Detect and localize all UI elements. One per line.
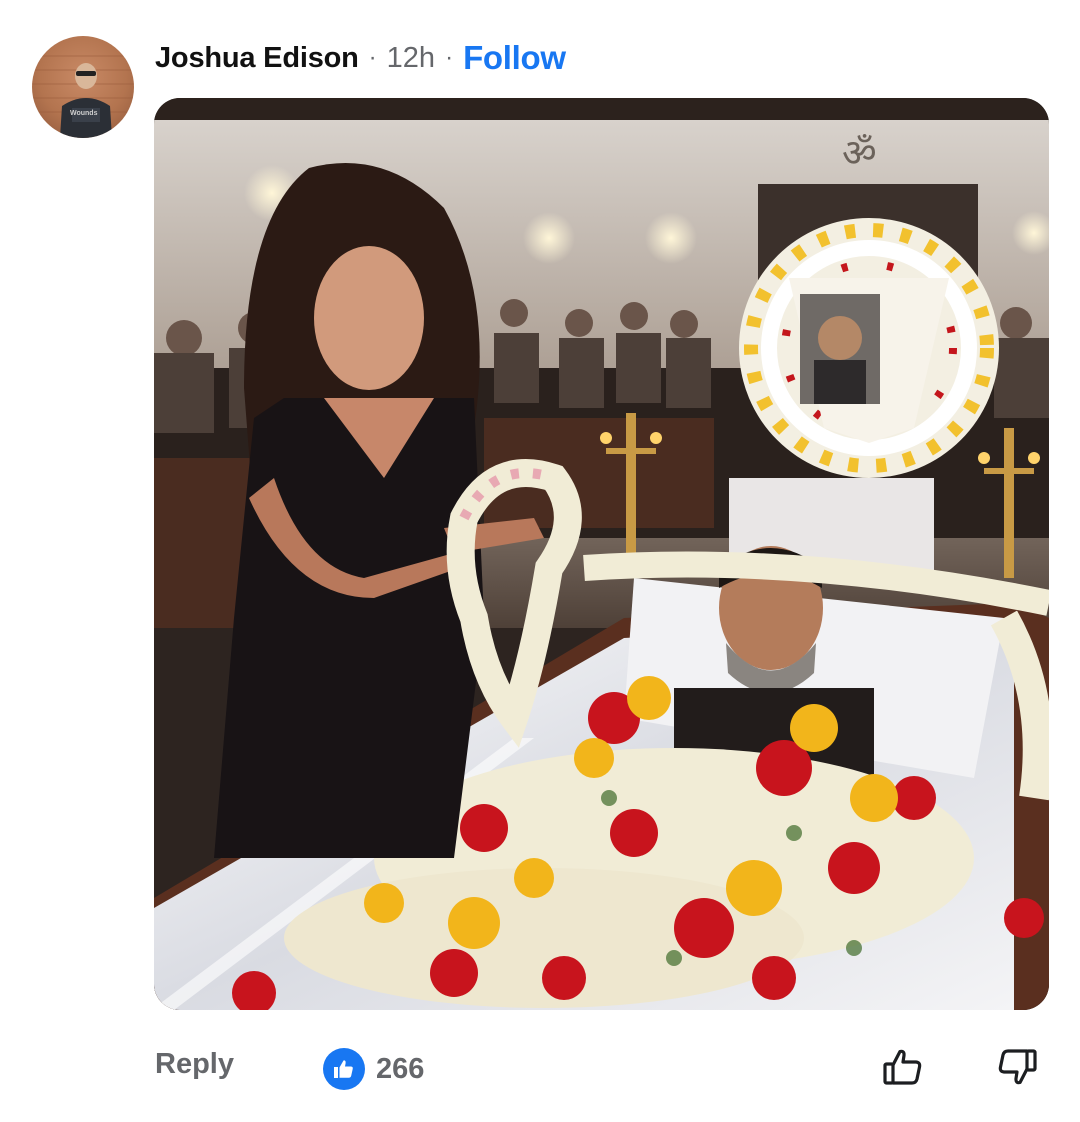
funeral-photo: ॐ <box>154 98 1049 1010</box>
thumb-up-icon[interactable] <box>880 1044 926 1090</box>
avatar[interactable]: Wounds <box>32 36 134 138</box>
like-reaction-icon <box>323 1048 365 1090</box>
thumb-down-icon[interactable] <box>994 1044 1040 1090</box>
svg-text:ॐ: ॐ <box>842 131 877 175</box>
avatar-shirt-text: Wounds <box>70 110 98 117</box>
comment-header: Joshua Edison · 12h · Follow <box>155 36 566 80</box>
avatar-image <box>32 55 134 138</box>
timestamp[interactable]: 12h <box>387 42 435 75</box>
comment-photo[interactable]: ॐ <box>154 98 1049 1010</box>
reaction-summary[interactable]: 266 <box>323 1048 424 1090</box>
separator-dot: · <box>368 44 377 71</box>
comment-card: Wounds Joshua Edison · 12h · Follow ॐ Re… <box>0 0 1080 1122</box>
reply-button[interactable]: Reply <box>155 1048 234 1081</box>
separator-dot: · <box>445 44 454 71</box>
author-name[interactable]: Joshua Edison <box>155 42 359 75</box>
follow-button[interactable]: Follow <box>463 39 566 77</box>
like-count: 266 <box>376 1052 425 1085</box>
